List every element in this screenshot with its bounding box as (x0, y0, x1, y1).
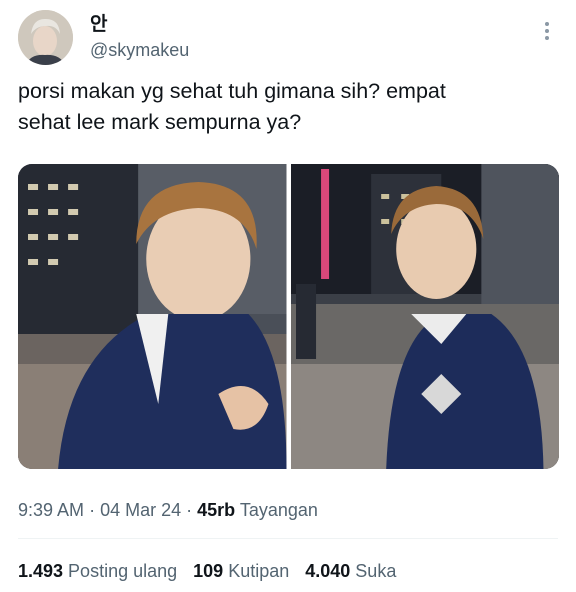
media-grid (18, 164, 559, 469)
likes-stat[interactable]: 4.040 Suka (305, 559, 396, 583)
reposts-stat[interactable]: 1.493 Posting ulang (18, 559, 177, 583)
tweet-text-line: porsi makan yg sehat tuh gimana sih? emp… (18, 79, 446, 103)
divider (18, 538, 558, 539)
handle[interactable]: @skymakeu (90, 38, 189, 62)
photo-left-image (18, 164, 287, 469)
tweet-text-line: sehat lee mark sempurna ya? (18, 110, 302, 134)
separator-dot: · (186, 500, 198, 520)
likes-count: 4.040 (305, 561, 351, 581)
reposts-label: Posting ulang (68, 561, 178, 581)
quotes-stat[interactable]: 109 Kutipan (193, 559, 289, 583)
photo-right-image (290, 164, 559, 469)
quotes-label: Kutipan (228, 561, 290, 581)
avatar[interactable] (18, 10, 73, 65)
views-label: Tayangan (239, 500, 318, 520)
tweet-header: 안 @skymakeu (18, 10, 558, 66)
tweet-time[interactable]: 9:39 AM (18, 500, 84, 520)
avatar-image (18, 10, 73, 65)
quotes-count: 109 (193, 561, 224, 581)
views-count: 45rb (197, 500, 236, 520)
photo-left[interactable] (18, 164, 287, 469)
tweet-text: porsi makan yg sehat tuh gimana sih? emp… (18, 76, 558, 138)
tweet-meta: 9:39 AM · 04 Mar 24 · 45rb Tayangan (18, 498, 318, 522)
likes-label: Suka (355, 561, 397, 581)
tweet-date[interactable]: 04 Mar 24 (100, 500, 181, 520)
engagement-stats: 1.493 Posting ulang 109 Kutipan 4.040 Suka (18, 559, 396, 583)
reposts-count: 1.493 (18, 561, 64, 581)
separator-dot: · (89, 500, 101, 520)
photo-right[interactable] (290, 164, 559, 469)
more-options-icon[interactable] (540, 22, 554, 42)
display-name[interactable]: 안 (90, 12, 189, 36)
